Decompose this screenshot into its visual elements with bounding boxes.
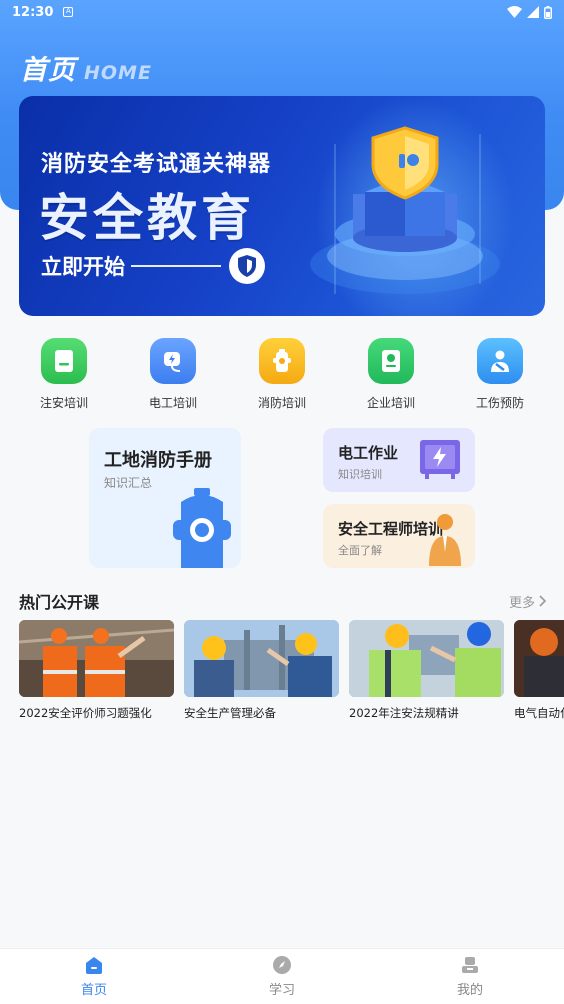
card-electrician-work[interactable]: 电工作业 知识培训 bbox=[323, 428, 475, 492]
page-title-cn: 首页 bbox=[20, 55, 76, 86]
popular-courses-header: 热门公开课 更多 bbox=[19, 590, 547, 612]
plug-icon bbox=[150, 338, 196, 384]
card-title: 电工作业 bbox=[338, 444, 399, 462]
card-subtitle: 知识培训 bbox=[338, 468, 382, 481]
section-title: 热门公开课 bbox=[19, 593, 100, 612]
hydrant-illustration bbox=[173, 488, 231, 568]
nav-label: 注安培训 bbox=[39, 396, 88, 410]
course-title: 安全生产管理必备 bbox=[184, 706, 276, 720]
tab-label: 首页 bbox=[80, 983, 107, 998]
course-card[interactable]: 电气自动化 bbox=[514, 620, 564, 725]
course-list: 2022安全评价师习题强化 安全生产管理必备 2022年注安法规精讲 电气自动 bbox=[19, 620, 564, 725]
certificate-icon bbox=[368, 338, 414, 384]
nav-item-injury-prevention[interactable]: 工伤预防 bbox=[450, 338, 550, 414]
tab-label: 学习 bbox=[268, 983, 295, 998]
course-thumbnail bbox=[19, 620, 174, 697]
page-title: 首页 HOME bbox=[20, 48, 152, 87]
shield-icon bbox=[229, 248, 265, 284]
category-nav: 注安培训 电工培训 消防培训 企业培训 工伤预防 bbox=[14, 338, 550, 414]
compass-icon bbox=[273, 956, 291, 974]
status-bar: 12:30 A bbox=[0, 0, 564, 24]
nav-label: 工伤预防 bbox=[475, 396, 524, 410]
card-title: 工地消防手册 bbox=[104, 450, 212, 471]
course-card[interactable]: 2022年注安法规精讲 bbox=[349, 620, 504, 725]
engineer-icon bbox=[429, 514, 461, 566]
banner-headline: 消防安全考试通关神器 bbox=[41, 152, 272, 177]
nav-label: 消防培训 bbox=[257, 396, 306, 410]
nav-item-safety-training[interactable]: 注安培训 bbox=[14, 338, 114, 414]
nav-label: 企业培训 bbox=[366, 396, 415, 410]
hydrant-icon bbox=[259, 338, 305, 384]
signal-icon bbox=[527, 6, 539, 18]
banner-divider bbox=[131, 265, 221, 267]
course-thumbnail bbox=[514, 620, 564, 697]
wifi-icon bbox=[507, 6, 522, 18]
notification-icon: A bbox=[63, 7, 74, 17]
status-time: 12:30 bbox=[12, 4, 54, 20]
tab-study[interactable]: 学习 bbox=[188, 949, 376, 1004]
nav-label: 电工培训 bbox=[148, 396, 197, 410]
course-title: 2022安全评价师习题强化 bbox=[19, 706, 152, 720]
bottom-tab-bar: 首页 学习 我的 bbox=[0, 948, 564, 1004]
tab-home[interactable]: 首页 bbox=[0, 949, 188, 1004]
course-title: 电气自动化 bbox=[514, 706, 564, 720]
home-icon bbox=[86, 957, 102, 974]
promo-banner[interactable]: 消防安全考试通关神器 安全教育 立即开始 bbox=[19, 96, 545, 316]
nav-item-electrician-training[interactable]: 电工培训 bbox=[123, 338, 223, 414]
course-card[interactable]: 安全生产管理必备 bbox=[184, 620, 339, 725]
book-icon bbox=[41, 338, 87, 384]
chevron-right-icon bbox=[539, 595, 547, 607]
electric-box-icon bbox=[420, 440, 460, 479]
course-title: 2022年注安法规精讲 bbox=[349, 706, 459, 720]
tab-profile[interactable]: 我的 bbox=[376, 949, 564, 1004]
security-shield-illustration bbox=[310, 126, 500, 294]
card-subtitle: 知识汇总 bbox=[104, 476, 153, 490]
injury-icon bbox=[477, 338, 523, 384]
more-link[interactable]: 更多 bbox=[509, 592, 547, 611]
user-icon bbox=[462, 957, 478, 973]
nav-item-fire-training[interactable]: 消防培训 bbox=[232, 338, 332, 414]
course-card[interactable]: 2022安全评价师习题强化 bbox=[19, 620, 174, 725]
course-thumbnail bbox=[349, 620, 504, 697]
card-fire-handbook[interactable]: 工地消防手册 知识汇总 bbox=[89, 428, 241, 568]
banner-start-button[interactable]: 立即开始 bbox=[41, 248, 265, 284]
banner-title: 安全教育 bbox=[39, 189, 255, 247]
course-thumbnail bbox=[184, 620, 339, 697]
more-label: 更多 bbox=[508, 595, 535, 611]
card-safety-engineer[interactable]: 安全工程师培训 全面了解 bbox=[323, 504, 475, 568]
page-title-en: HOME bbox=[84, 62, 152, 84]
tab-label: 我的 bbox=[456, 983, 483, 998]
card-subtitle: 全面了解 bbox=[338, 544, 382, 557]
nav-item-enterprise-training[interactable]: 企业培训 bbox=[341, 338, 441, 414]
battery-icon bbox=[544, 5, 552, 19]
banner-start-label: 立即开始 bbox=[41, 255, 125, 279]
